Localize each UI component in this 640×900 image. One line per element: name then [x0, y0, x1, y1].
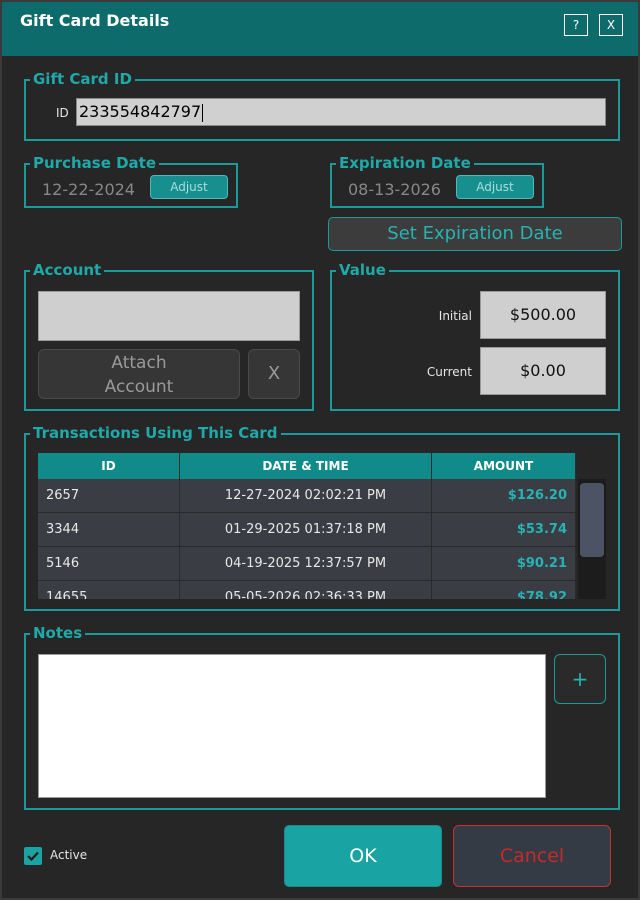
expiration-date-group: Expiration Date 08-13-2026 Adjust: [330, 154, 544, 208]
transactions-scrollbar[interactable]: [578, 479, 606, 599]
text-cursor: [202, 103, 204, 122]
title-bar: Gift Card Details ? X: [2, 2, 638, 56]
expiration-date-legend: Expiration Date: [336, 154, 474, 172]
active-checkbox[interactable]: [24, 847, 42, 865]
row-amount: $78.92: [432, 581, 576, 599]
table-header: ID DATE & TIME AMOUNT: [38, 453, 576, 479]
account-group: Account Attach Account X: [24, 261, 314, 411]
attach-account-label-line1: Attach: [111, 353, 167, 373]
gift-card-details-window: Gift Card Details ? X Gift Card ID ID 23…: [0, 0, 640, 900]
table-row[interactable]: 5146 04-19-2025 12:37:57 PM $90.21: [38, 547, 576, 581]
help-button[interactable]: ?: [564, 14, 588, 36]
ok-button[interactable]: OK: [284, 825, 442, 887]
table-row[interactable]: 3344 01-29-2025 01:37:18 PM $53.74: [38, 513, 576, 547]
initial-amount: $500.00: [480, 291, 606, 339]
row-datetime: 12-27-2024 02:02:21 PM: [180, 479, 432, 512]
row-id: 5146: [38, 547, 180, 580]
initial-label: Initial: [438, 309, 472, 323]
transactions-group: Transactions Using This Card ID DATE & T…: [24, 424, 620, 611]
checkmark-icon: [27, 851, 39, 862]
purchase-date-legend: Purchase Date: [30, 154, 160, 172]
cancel-button[interactable]: Cancel: [453, 825, 611, 887]
gift-card-id-legend: Gift Card ID: [30, 70, 135, 88]
add-note-button[interactable]: +: [554, 654, 606, 704]
attach-account-button[interactable]: Attach Account: [38, 349, 240, 399]
clear-account-button[interactable]: X: [248, 349, 300, 399]
expiration-adjust-button[interactable]: Adjust: [456, 175, 534, 199]
notes-group: Notes +: [24, 624, 620, 810]
row-amount: $126.20: [432, 479, 576, 512]
id-label: ID: [56, 106, 69, 120]
purchase-adjust-button[interactable]: Adjust: [150, 175, 228, 199]
transactions-table: ID DATE & TIME AMOUNT 2657 12-27-2024 02…: [38, 453, 576, 599]
gift-card-id-group: Gift Card ID ID 233554842797: [24, 70, 620, 141]
row-id: 14655: [38, 581, 180, 599]
active-label: Active: [50, 848, 88, 862]
close-button[interactable]: X: [599, 14, 623, 36]
row-id: 3344: [38, 513, 180, 546]
notes-legend: Notes: [30, 624, 86, 642]
row-datetime: 04-19-2025 12:37:57 PM: [180, 547, 432, 580]
row-datetime: 05-05-2026 02:36:33 PM: [180, 581, 432, 599]
attach-account-label-line2: Account: [104, 377, 174, 397]
notes-textarea[interactable]: [38, 654, 546, 798]
column-header-id[interactable]: ID: [38, 453, 180, 479]
current-amount: $0.00: [480, 347, 606, 395]
value-legend: Value: [336, 261, 389, 279]
plus-icon: +: [571, 667, 589, 691]
gift-card-id-value: 233554842797: [79, 102, 202, 121]
table-row[interactable]: 14655 05-05-2026 02:36:33 PM $78.92: [38, 581, 576, 599]
purchase-date-value: 12-22-2024: [42, 180, 135, 199]
account-legend: Account: [30, 261, 105, 279]
column-header-amount[interactable]: AMOUNT: [432, 453, 576, 479]
window-title: Gift Card Details: [20, 11, 170, 30]
row-amount: $90.21: [432, 547, 576, 580]
column-header-datetime[interactable]: DATE & TIME: [180, 453, 432, 479]
current-label: Current: [426, 365, 472, 379]
expiration-date-value: 08-13-2026: [348, 180, 441, 199]
scrollbar-thumb[interactable]: [580, 483, 604, 557]
gift-card-id-input[interactable]: 233554842797: [76, 98, 606, 126]
value-group: Value Initial $500.00 Current $0.00: [330, 261, 620, 411]
row-amount: $53.74: [432, 513, 576, 546]
account-input[interactable]: [38, 291, 300, 341]
row-id: 2657: [38, 479, 180, 512]
table-row[interactable]: 2657 12-27-2024 02:02:21 PM $126.20: [38, 479, 576, 513]
row-datetime: 01-29-2025 01:37:18 PM: [180, 513, 432, 546]
set-expiration-date-button[interactable]: Set Expiration Date: [328, 217, 622, 251]
transactions-legend: Transactions Using This Card: [30, 424, 281, 442]
purchase-date-group: Purchase Date 12-22-2024 Adjust: [24, 154, 238, 208]
